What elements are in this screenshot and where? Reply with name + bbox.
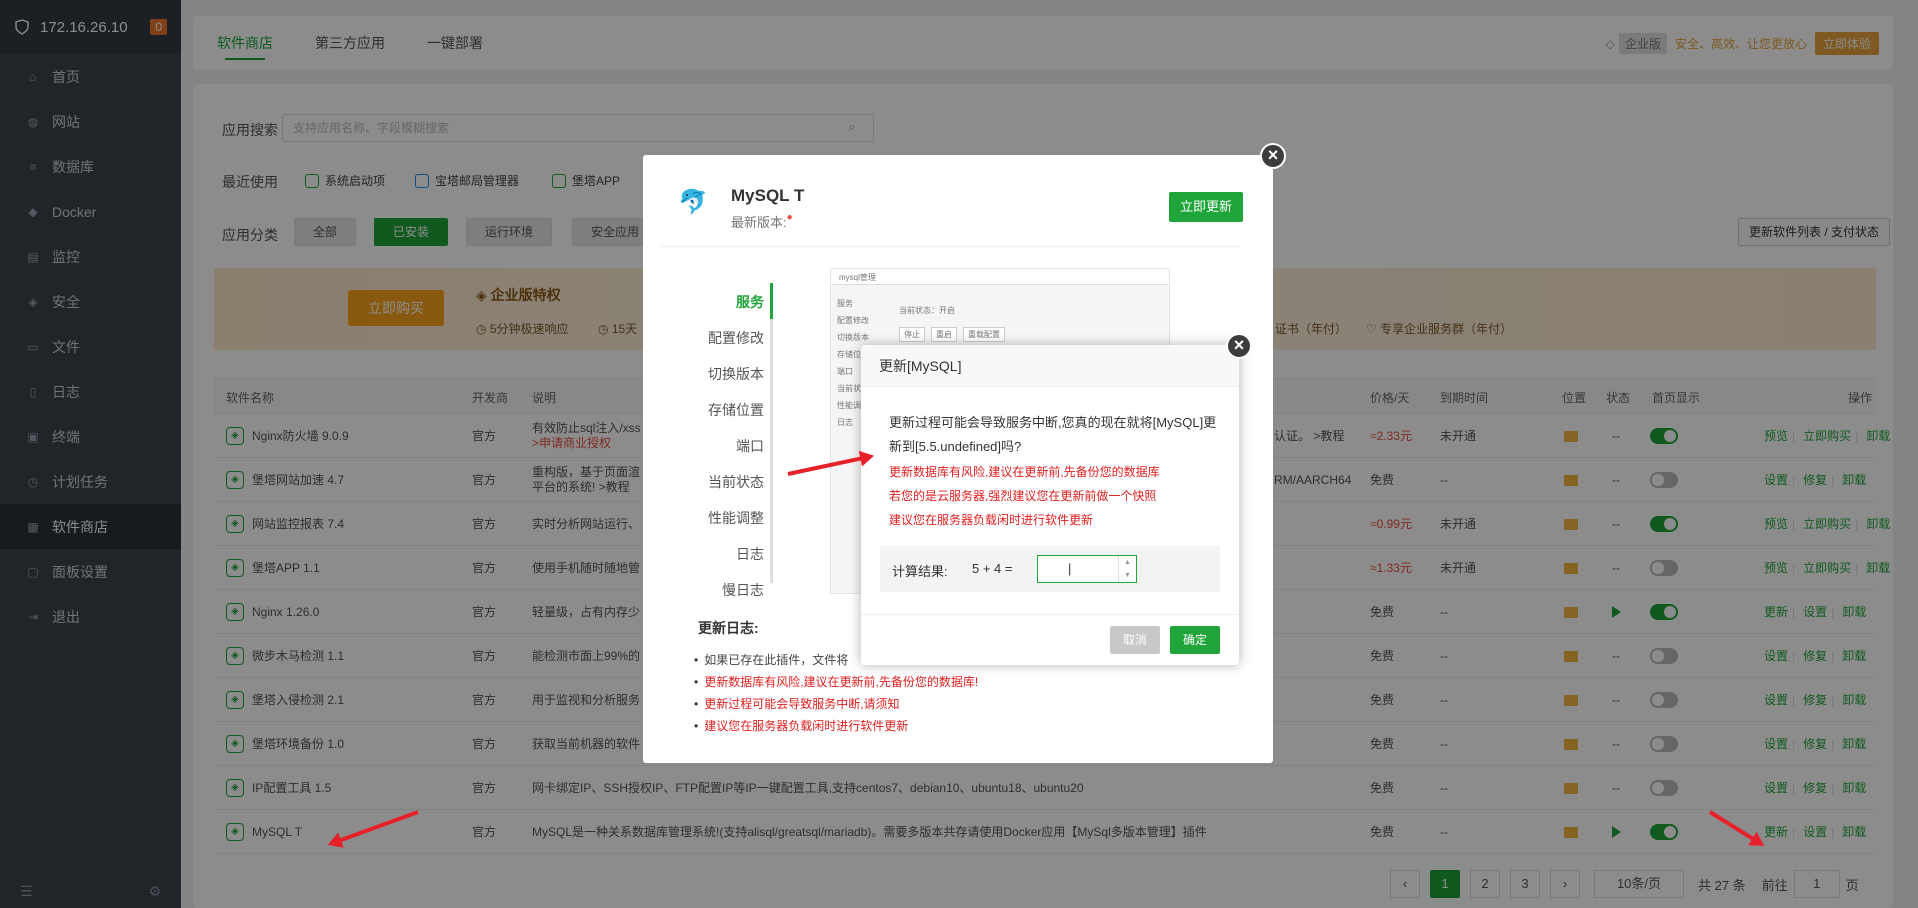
- menu-track: [770, 283, 773, 583]
- changelog-item: 更新数据库有风险,建议在更新前,先备份您的数据库!: [694, 673, 978, 690]
- warning-snapshot: 若您的是云服务器,强烈建议您在更新前做一个快照: [889, 489, 1157, 503]
- preview-menu-item: 服务: [837, 299, 853, 308]
- app-menu-item-0[interactable]: 服务: [700, 292, 764, 312]
- mysql-dolphin-icon: 🐬: [678, 189, 708, 216]
- changelog-title: 更新日志:: [698, 620, 759, 636]
- changelog-item: 如果已存在此插件，文件将: [694, 651, 848, 668]
- app-menu-item-6[interactable]: 性能调整: [700, 508, 764, 528]
- changelog-item: 建议您在服务器负载闲时进行软件更新: [694, 717, 908, 734]
- warning-backup: 更新数据库有风险,建议在更新前,先备份您的数据库: [889, 465, 1160, 479]
- app-menu-item-4[interactable]: 端口: [700, 436, 764, 456]
- app-menu-item-7[interactable]: 日志: [700, 544, 764, 564]
- app-menu-item-1[interactable]: 配置修改: [700, 328, 764, 348]
- update-now-button[interactable]: 立即更新: [1169, 192, 1243, 222]
- confirm-button[interactable]: 确定: [1170, 626, 1220, 654]
- divider: [660, 246, 1242, 247]
- close-app-dialog-icon[interactable]: ×: [1260, 143, 1286, 169]
- preview-title: mysql管理: [831, 269, 1169, 285]
- menu-active-indicator: [770, 283, 773, 319]
- close-confirm-dialog-icon[interactable]: ×: [1226, 333, 1252, 359]
- app-menu-item-3[interactable]: 存储位置: [700, 400, 764, 420]
- app-version: 最新版本:●: [731, 212, 793, 230]
- preview-menu-item: 配置修改: [837, 316, 869, 325]
- app-menu-item-2[interactable]: 切换版本: [700, 364, 764, 384]
- calc-expression: 5 + 4 =: [972, 561, 1013, 576]
- confirm-message-1: 更新过程可能会导致服务中断,您真的现在就将[MySQL]更: [889, 415, 1217, 430]
- changelog-item: 更新过程可能会导致服务中断,请须知: [694, 695, 899, 712]
- confirm-message-2: 新到[5.5.undefined]吗?: [889, 439, 1022, 454]
- calc-label: 计算结果:: [892, 564, 948, 579]
- app-title: MySQL T: [731, 186, 805, 205]
- number-spinner[interactable]: ▲ ▼: [1118, 556, 1136, 582]
- app-menu-item-5[interactable]: 当前状态: [700, 472, 764, 492]
- cancel-button[interactable]: 取消: [1110, 626, 1160, 654]
- preview-menu-item: 切换版本: [837, 333, 869, 342]
- dialog-divider: [861, 614, 1239, 615]
- confirm-dialog-title: 更新[MySQL]: [861, 345, 1239, 387]
- preview-status: 当前状态：开启: [899, 306, 955, 315]
- app-menu-item-8[interactable]: 慢日志: [700, 580, 764, 600]
- preview-buttons: 停止 重启 重载配置: [899, 327, 1005, 342]
- calc-result-input[interactable]: | ▲ ▼: [1037, 555, 1137, 583]
- warning-idle: 建议您在服务器负载闲时进行软件更新: [889, 513, 1094, 527]
